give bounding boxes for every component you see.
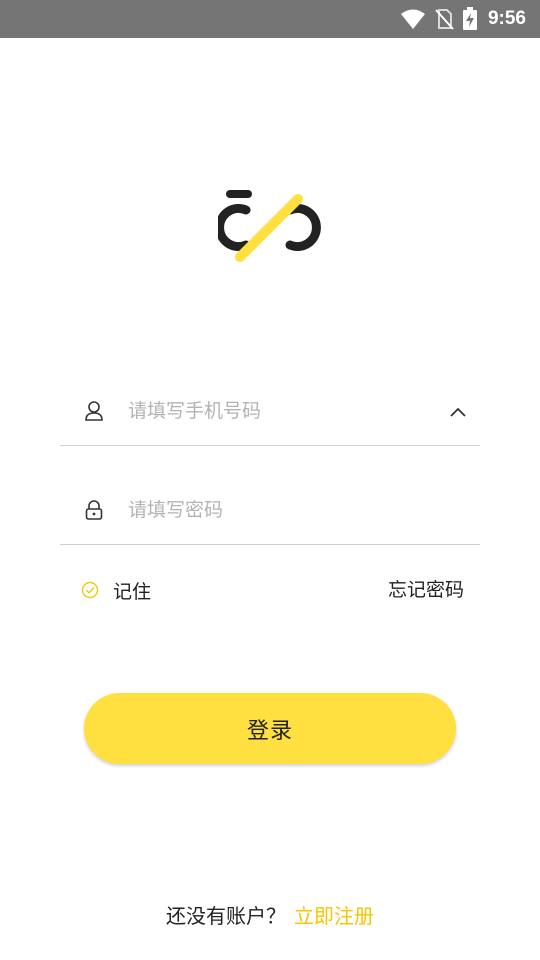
check-circle-icon — [81, 581, 99, 599]
wifi-icon — [400, 9, 425, 29]
remember-checkbox[interactable]: 记住 — [80, 576, 151, 604]
login-button[interactable]: 登录 — [84, 693, 456, 764]
register-row: 还没有账户？ 立即注册 — [0, 900, 540, 929]
phone-input-placeholder: 请填写手机号码 — [128, 400, 262, 422]
battery-charging-icon — [462, 7, 477, 30]
remember-label: 记住 — [113, 580, 152, 603]
status-time: 9:56 — [487, 8, 526, 29]
status-icons: 9:56 — [392, 6, 526, 32]
app-logo — [218, 190, 321, 262]
phone-field[interactable]: 请填写手机号码 — [60, 381, 480, 446]
no-sim-icon — [435, 9, 454, 30]
register-link[interactable]: 立即注册 — [294, 904, 374, 928]
password-field[interactable]: 请填写密码 — [60, 480, 480, 545]
chevron-up-icon[interactable] — [448, 403, 468, 423]
lock-icon — [85, 500, 103, 520]
status-bar: 9:56 — [0, 0, 540, 38]
password-input-placeholder: 请填写密码 — [128, 499, 224, 521]
register-prompt: 还没有账户？ — [166, 904, 286, 928]
user-icon — [85, 401, 103, 421]
forgot-password-link[interactable]: 忘记密码 — [388, 576, 464, 604]
